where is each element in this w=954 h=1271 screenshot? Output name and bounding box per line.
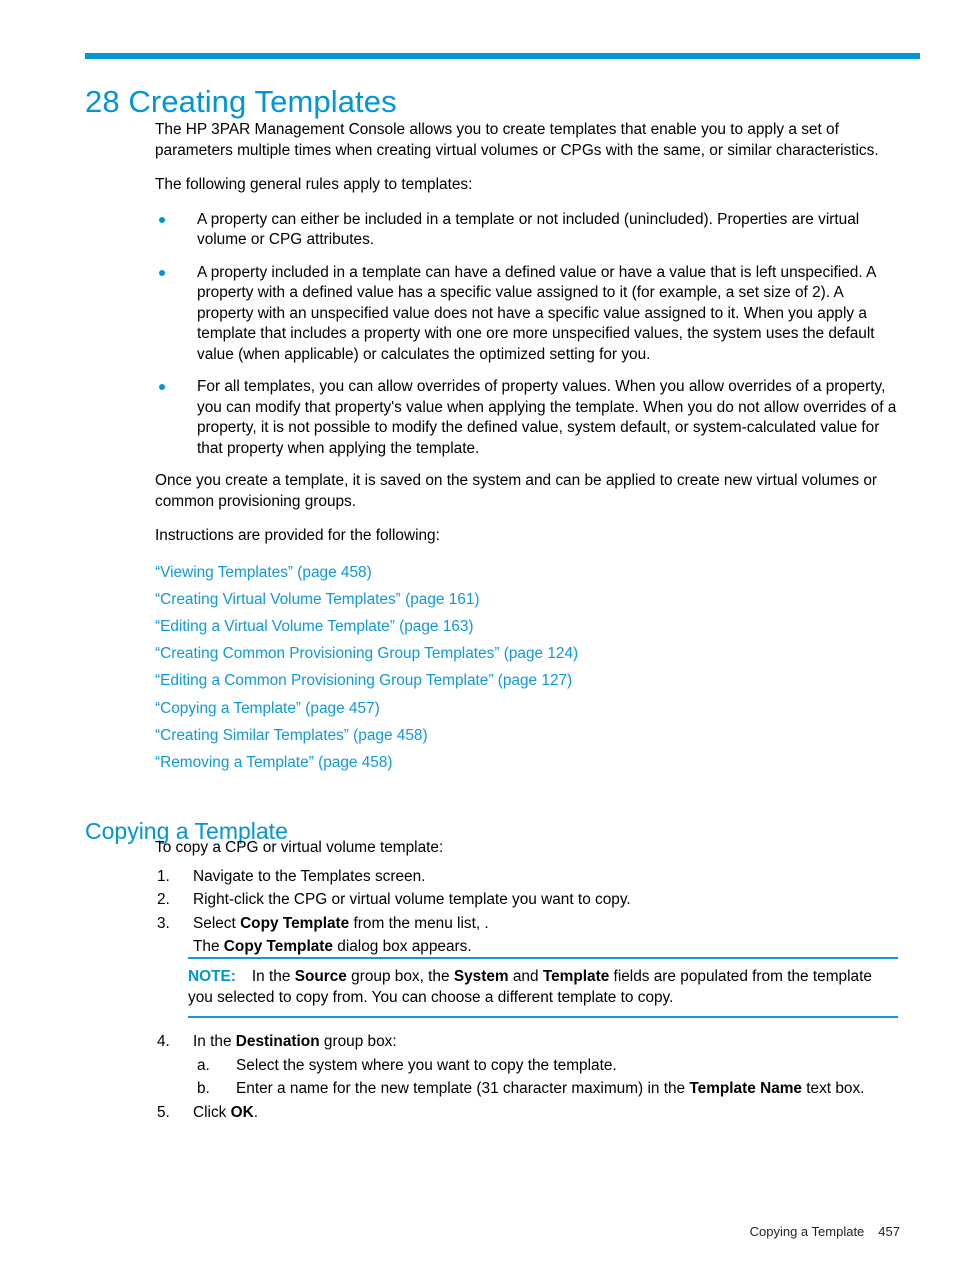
- cross-reference-list: “Viewing Templates” (page 458) “Creating…: [155, 559, 900, 777]
- after-rules-paragraph-1: Once you create a template, it is saved …: [155, 472, 878, 510]
- cross-reference-link[interactable]: “Creating Virtual Volume Templates” (pag…: [155, 591, 480, 608]
- cross-reference-link[interactable]: “Removing a Template” (page 458): [155, 754, 393, 771]
- bullet-icon: [159, 269, 165, 276]
- note-bold-source: Source: [294, 968, 347, 985]
- step-2: 2. Right-click the CPG or virtual volume…: [155, 888, 900, 912]
- procedure-block: To copy a CPG or virtual volume template…: [155, 838, 900, 959]
- note-seg-2: group box, the: [346, 968, 454, 985]
- list-item: A property can either be included in a t…: [155, 210, 900, 251]
- substep-text-pre: Enter a name for the new template (31 ch…: [236, 1080, 690, 1097]
- substep-b: b. Enter a name for the new template (31…: [193, 1077, 900, 1101]
- substep-text-bold: Template Name: [689, 1080, 802, 1097]
- procedure-substeps: a. Select the system where you want to c…: [193, 1054, 900, 1101]
- list-item: “Editing a Common Provisioning Group Tem…: [155, 667, 900, 694]
- rule-text: For all templates, you can allow overrid…: [197, 378, 897, 457]
- cross-reference-link[interactable]: “Copying a Template” (page 457): [155, 700, 380, 717]
- procedure-steps: 1. Navigate to the Templates screen. 2. …: [155, 865, 900, 936]
- note-bold-template: Template: [542, 968, 610, 985]
- step-marker: 5.: [157, 1103, 170, 1121]
- note-label: NOTE:: [188, 968, 236, 985]
- step-text-post: group box:: [319, 1033, 397, 1050]
- cross-reference-link[interactable]: “Creating Common Provisioning Group Temp…: [155, 645, 578, 662]
- bullet-icon: [159, 384, 165, 390]
- chapter-rule: [85, 53, 920, 59]
- list-item: A property included in a template can ha…: [155, 263, 900, 366]
- procedure-steps-continued: 4. In the Destination group box: a. Sele…: [155, 1030, 900, 1124]
- result-text-post: dialog box appears.: [332, 938, 472, 955]
- cross-reference-link[interactable]: “Viewing Templates” (page 458): [155, 564, 372, 581]
- footer-page-number: 457: [878, 1224, 900, 1239]
- list-item: “Creating Similar Templates” (page 458): [155, 722, 900, 749]
- step-marker: 4.: [157, 1033, 170, 1050]
- step-text-bold: Copy Template: [240, 914, 350, 932]
- result-text-bold: Copy Template: [223, 938, 333, 955]
- chapter-title: 28 Creating Templates: [85, 83, 397, 119]
- step-5: 5. Click OK.: [155, 1101, 900, 1125]
- list-item: For all templates, you can allow overrid…: [155, 377, 900, 459]
- step-3-result: The Copy Template dialog box appears.: [155, 935, 900, 959]
- list-item: “Editing a Virtual Volume Template” (pag…: [155, 613, 900, 640]
- substep-marker: a.: [197, 1056, 210, 1074]
- step-text-bold: Destination: [235, 1033, 320, 1050]
- procedure-block-continued: 4. In the Destination group box: a. Sele…: [155, 1030, 900, 1124]
- chapter-intro-block: The HP 3PAR Management Console allows yo…: [155, 120, 900, 776]
- step-text-pre: Click: [193, 1103, 231, 1121]
- intro-paragraph-2: The following general rules apply to tem…: [155, 176, 473, 193]
- note-body: NOTE: In the Source group box, the System…: [188, 966, 898, 1008]
- general-rules-list: A property can either be included in a t…: [155, 210, 900, 460]
- list-item: “Removing a Template” (page 458): [155, 749, 900, 776]
- step-text-post: from the menu list, .: [349, 914, 489, 932]
- step-1: 1. Navigate to the Templates screen.: [155, 865, 900, 889]
- rule-text: A property included in a template can ha…: [197, 263, 876, 363]
- after-rules-paragraph-2: Instructions are provided for the follow…: [155, 527, 440, 544]
- substep-a: a. Select the system where you want to c…: [193, 1054, 900, 1078]
- substep-text-post: text box.: [802, 1080, 865, 1097]
- step-text-bold: OK: [230, 1103, 254, 1121]
- step-marker: 3.: [157, 914, 170, 932]
- step-text-post: .: [253, 1103, 258, 1121]
- substep-text: Select the system where you want to copy…: [236, 1056, 617, 1074]
- note-seg-1: In the: [251, 968, 295, 985]
- cross-reference-link[interactable]: “Editing a Common Provisioning Group Tem…: [155, 672, 572, 689]
- rule-text: A property can either be included in a t…: [197, 210, 860, 249]
- list-item: “Creating Virtual Volume Templates” (pag…: [155, 586, 900, 613]
- step-marker: 2.: [157, 891, 170, 908]
- footer-title: Copying a Template: [749, 1224, 865, 1239]
- substep-marker: b.: [197, 1080, 210, 1097]
- result-text-pre: The: [193, 938, 224, 955]
- step-text-pre: Select: [193, 914, 241, 932]
- list-item: “Copying a Template” (page 457): [155, 695, 900, 722]
- cross-reference-link[interactable]: “Creating Similar Templates” (page 458): [155, 727, 428, 744]
- step-text-pre: In the: [193, 1033, 236, 1050]
- step-marker: 1.: [157, 867, 170, 885]
- step-text: Right-click the CPG or virtual volume te…: [193, 891, 631, 908]
- list-item: “Creating Common Provisioning Group Temp…: [155, 640, 900, 667]
- cross-reference-link[interactable]: “Editing a Virtual Volume Template” (pag…: [155, 618, 474, 635]
- procedure-lead-in: To copy a CPG or virtual volume template…: [155, 839, 444, 856]
- step-4: 4. In the Destination group box: a. Sele…: [155, 1030, 900, 1101]
- bullet-icon: [159, 216, 165, 223]
- page-footer: Copying a Template 457: [750, 1224, 900, 1239]
- note-bold-system: System: [453, 968, 509, 985]
- intro-paragraph-1: The HP 3PAR Management Console allows yo…: [155, 121, 879, 159]
- note-seg-3: and: [508, 968, 543, 985]
- step-3: 3. Select Copy Template from the menu li…: [155, 912, 900, 936]
- step-text: Navigate to the Templates screen.: [193, 867, 426, 885]
- document-page: 28 Creating Templates The HP 3PAR Manage…: [0, 0, 954, 1271]
- note-admonition: NOTE: In the Source group box, the System…: [188, 957, 898, 1018]
- list-item: “Viewing Templates” (page 458): [155, 559, 900, 586]
